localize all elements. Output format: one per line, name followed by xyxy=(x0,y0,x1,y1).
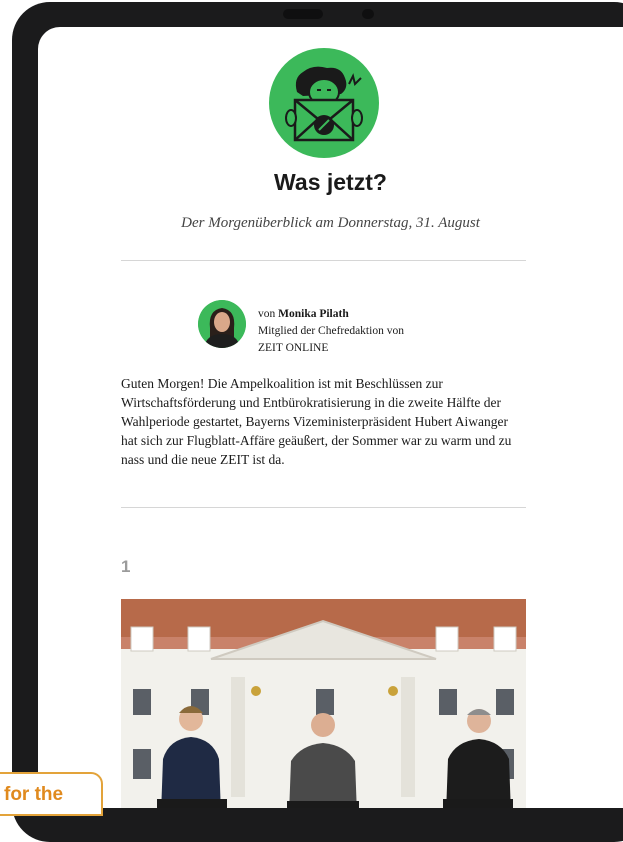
author-role-line2: ZEIT ONLINE xyxy=(258,342,329,354)
author-prefix: von xyxy=(258,308,279,320)
author-role-line1: Mitglied der Chefredaktion von xyxy=(258,325,404,337)
divider xyxy=(121,507,526,508)
author-avatar xyxy=(198,300,246,348)
overlay-badge: for the xyxy=(0,772,103,816)
newsletter-logo xyxy=(269,48,379,158)
newsletter-subtitle: Der Morgenüberblick am Donnerstag, 31. A… xyxy=(181,215,480,231)
section-number: 1 xyxy=(121,557,131,576)
politicians-press-conference-image xyxy=(121,599,526,808)
camera-bar xyxy=(283,9,323,19)
envelope-person-icon xyxy=(285,66,363,142)
overlay-badge-text: for the xyxy=(4,784,64,805)
intro-text: Guten Morgen! Die Ampelkoalition ist mit… xyxy=(121,376,512,467)
camera-dot xyxy=(362,9,374,19)
section-photo[interactable] xyxy=(121,599,526,808)
divider xyxy=(121,260,526,261)
author-name: Monika Pilath xyxy=(278,308,349,320)
tablet-screen[interactable]: Was jetzt? Der Morgenüberblick am Donner… xyxy=(38,27,623,808)
author-byline: von Monika Pilath xyxy=(258,306,404,323)
newsletter-title: Was jetzt? xyxy=(274,169,387,195)
author-info: von Monika Pilath Mitglied der Chefredak… xyxy=(258,306,404,357)
